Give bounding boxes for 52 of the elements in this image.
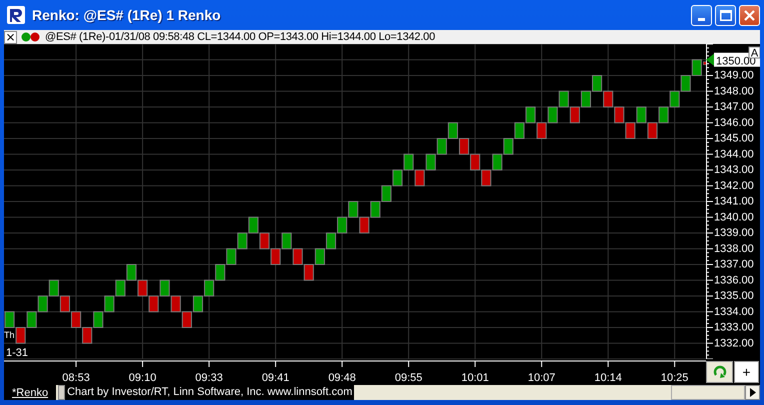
axis-label: 1340.00 [714, 211, 754, 224]
axis-label: 1344.00 [714, 148, 754, 160]
axis-label: 10:07 [528, 372, 556, 384]
splitter-handle[interactable] [58, 385, 66, 400]
axis-label: 1349.00 [714, 70, 754, 82]
axis-label: 09:55 [394, 372, 422, 384]
app-icon [6, 5, 26, 25]
credit-text: Chart by Investor/RT, Linn Software, Inc. www.linnsoft.com [65, 385, 354, 400]
axis-label: 10:01 [461, 372, 489, 384]
axis-label: 10:14 [594, 372, 622, 384]
close-chart-button[interactable]: × [4, 30, 17, 44]
last-price-arrow [706, 54, 714, 66]
axis-label: 1332.00 [714, 337, 754, 350]
axis-label: 1343.00 [714, 164, 754, 176]
axis-label: 09:41 [262, 372, 290, 384]
refresh-button[interactable] [706, 361, 733, 383]
axis-label: 1348.00 [714, 85, 754, 98]
axis-label: 10:25 [660, 372, 688, 384]
axis-label: 1346.00 [714, 116, 754, 129]
right-arrow-icon [750, 388, 756, 397]
chart-tab[interactable]: *Renko [4, 385, 56, 400]
minimize-icon [698, 18, 705, 20]
refresh-icon [712, 364, 728, 380]
window-title: Renko: @ES# (1Re) 1 Renko [32, 7, 221, 23]
axis-label: 1335.00 [714, 290, 754, 302]
axis-label: 09:48 [328, 372, 356, 384]
zoom-button[interactable]: + [734, 361, 759, 383]
status-lights-icon [20, 31, 42, 43]
axis-label: 1339.00 [714, 227, 754, 239]
quote-info: @ES# (1Re)-01/31/08 09:58:48 CL=1344.00 OP=1343.00 Hi=1344.00 Lo=1342.00 [45, 31, 436, 43]
axis-label: 1347.00 [714, 101, 754, 113]
maximize-button[interactable] [715, 4, 736, 26]
day-label: Th [4, 330, 15, 340]
scroll-right-button[interactable] [745, 385, 760, 400]
axis-label: 08:53 [62, 372, 90, 384]
axis-label: 1338.00 [714, 242, 754, 255]
axis-label: 09:33 [195, 372, 223, 384]
maximize-icon [720, 10, 732, 20]
close-button[interactable] [739, 4, 760, 26]
minimize-button[interactable] [691, 4, 712, 26]
axis-label: 1342.00 [714, 180, 754, 192]
date-label: 1-31 [6, 347, 28, 359]
axis-label: 1345.00 [714, 132, 754, 144]
axis-label: 09:10 [128, 372, 156, 384]
autoscale-button[interactable]: A [748, 46, 760, 60]
axis-label: 1337.00 [714, 258, 754, 270]
axis-label: 1333.00 [714, 322, 754, 334]
axis-label: 1336.00 [714, 274, 754, 286]
scrollbar-thumb[interactable] [671, 385, 745, 400]
axis-label: 1334.00 [714, 306, 754, 318]
axis-label: 1341.00 [714, 196, 754, 208]
close-icon [744, 10, 755, 20]
